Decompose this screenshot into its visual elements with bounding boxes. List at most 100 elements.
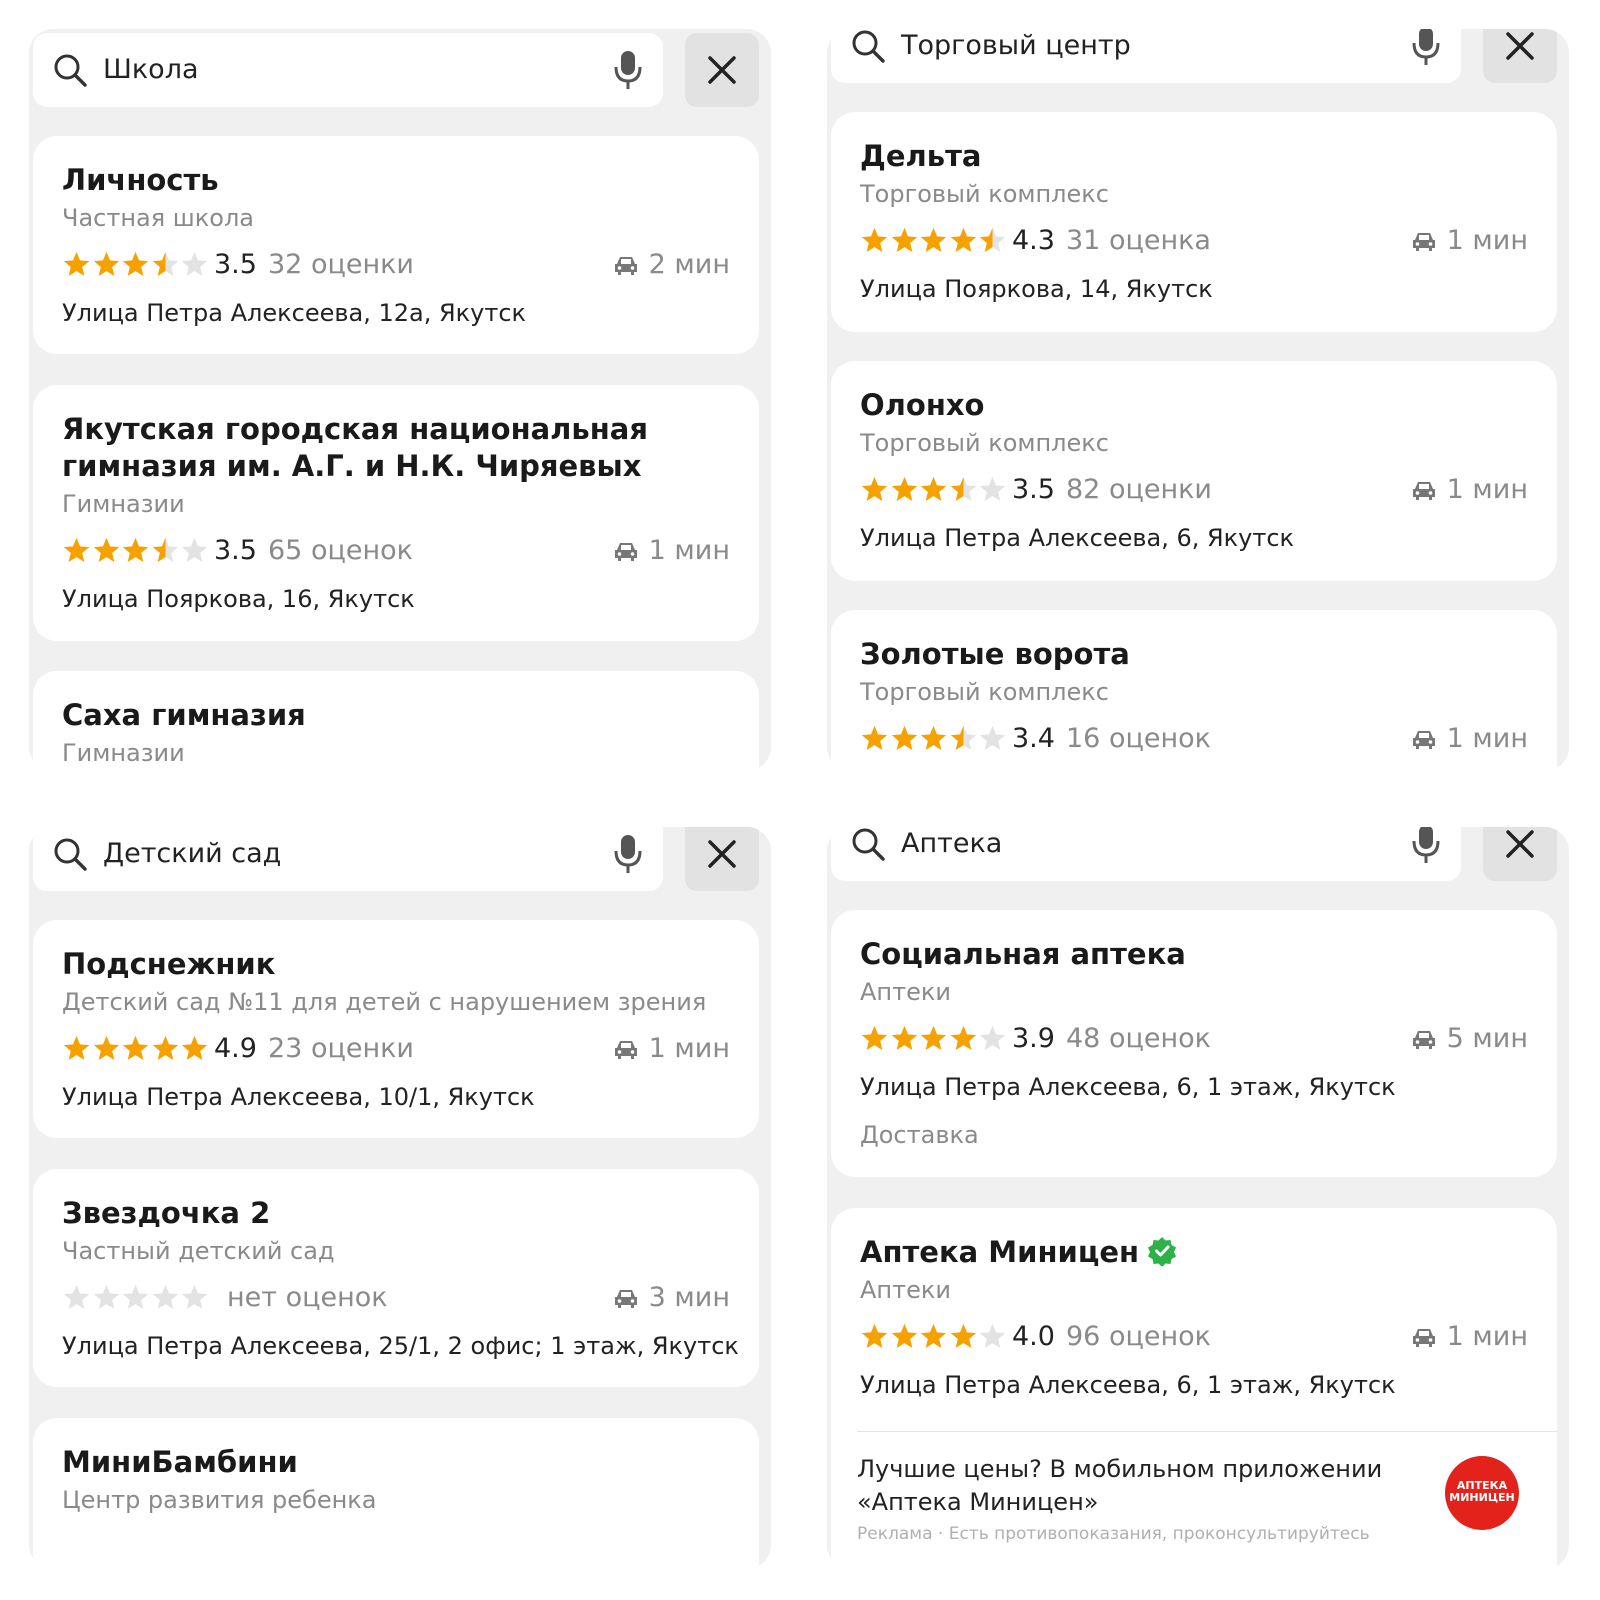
microphone-icon[interactable] [611, 49, 645, 91]
pharmacy-logo[interactable]: АПТЕКА МИНИЦЕН [1445, 1456, 1519, 1530]
close-icon [708, 56, 736, 84]
result-title: Звездочка 2 [62, 1196, 271, 1230]
star-icon [891, 1323, 917, 1348]
result-card[interactable]: Личность Частная школа 3.5 32 оценки 2 м… [33, 136, 759, 354]
result-category: Торговый комплекс [860, 429, 1109, 457]
rating-value: 3.9 [1012, 1023, 1055, 1054]
car-icon [1412, 1031, 1435, 1049]
result-title: Аптека Миницен [860, 1235, 1140, 1269]
star-icon [93, 1035, 119, 1060]
star-icon [122, 251, 149, 276]
result-title: Якутская городская национальная гимназия… [62, 412, 648, 483]
star-icon [979, 1025, 1006, 1050]
result-card[interactable]: Якутская городская национальная гимназия… [33, 385, 759, 641]
star-icon [920, 725, 947, 750]
microphone-icon[interactable] [611, 833, 645, 875]
star-icon [950, 725, 976, 750]
ad-disclaimer: Реклама · Есть противопоказания, проконс… [857, 1524, 1370, 1544]
star-icon [861, 1025, 888, 1050]
close-button[interactable] [1483, 29, 1557, 83]
travel-time: 3 мин [613, 1274, 730, 1322]
star-icon [979, 725, 1006, 750]
result-category: Торговый комплекс [860, 678, 1109, 706]
rating-stars [860, 1024, 1008, 1054]
star-icon [891, 725, 917, 750]
result-card[interactable]: Социальная аптека Аптеки 3.9 48 оценок 5… [831, 910, 1557, 1177]
search-panel-mall: Торговый центр Дельта Торговый комплекс … [827, 29, 1569, 771]
result-card[interactable]: Подснежник Детский сад №11 для детей с н… [33, 920, 759, 1138]
search-panel-pharmacy: Аптека Социальная аптека Аптеки 3.9 48 о… [827, 827, 1569, 1569]
result-category: Аптеки [860, 978, 951, 1006]
search-bar-inner[interactable]: Детский сад [33, 827, 663, 891]
rating-stars [860, 475, 1008, 505]
microphone-icon[interactable] [1409, 827, 1443, 865]
result-title: Дельта [860, 139, 982, 173]
result-card[interactable]: Золотые ворота Торговый комплекс 3.4 16 … [831, 610, 1557, 771]
travel-time: 1 мин [613, 1025, 730, 1073]
search-bar[interactable]: Торговый центр [831, 29, 1461, 83]
close-icon [1506, 32, 1534, 60]
ad-text[interactable]: Лучшие цены? В мобильном приложении «Апт… [857, 1453, 1417, 1519]
verified-badge-icon [1148, 1237, 1177, 1266]
result-title: МиниБамбини [62, 1445, 298, 1479]
star-icon [152, 251, 178, 276]
search-bar[interactable]: Аптека [831, 827, 1461, 881]
rating-count: 32 оценки [268, 249, 414, 280]
search-panel-school: Школа Личность Частная школа 3.5 32 оцен… [29, 29, 771, 771]
search-input[interactable]: Торговый центр [901, 29, 1131, 83]
search-input[interactable]: Аптека [901, 827, 1002, 881]
result-address: Улица Пояркова, 16, Якутск [62, 585, 415, 613]
rating-value: 4.3 [1012, 225, 1055, 256]
star-icon [979, 1323, 1006, 1348]
result-category: Частная школа [62, 204, 254, 232]
result-card[interactable]: Саха гимназия Гимназии [33, 671, 759, 771]
result-category: Гимназии [62, 739, 185, 767]
travel-time: 1 мин [1411, 466, 1528, 514]
result-address: Улица Петра Алексеева, 12а, Якутск [62, 299, 527, 327]
result-card[interactable]: Аптека Миницен Аптеки 4.0 96 оценок 1 ми… [831, 1208, 1557, 1569]
car-icon [614, 257, 637, 275]
close-button[interactable] [1483, 827, 1557, 881]
star-icon [891, 1025, 917, 1050]
close-button[interactable] [685, 827, 759, 891]
star-icon [63, 251, 90, 276]
result-card[interactable]: МиниБамбини Центр развития ребенка [33, 1418, 759, 1569]
star-icon [861, 227, 888, 252]
result-category: Частный детский сад [62, 1237, 335, 1265]
car-icon [614, 1041, 637, 1059]
result-category: Торговый комплекс [860, 180, 1109, 208]
result-category: Аптеки [860, 1276, 951, 1304]
car-icon [614, 543, 637, 561]
star-icon [950, 1025, 976, 1050]
star-icon [950, 1323, 976, 1348]
rating-count: 23 оценки [268, 1033, 414, 1064]
search-icon [852, 30, 885, 63]
star-icon [861, 476, 888, 501]
star-icon [152, 1284, 178, 1309]
star-icon [891, 476, 917, 501]
search-input[interactable]: Детский сад [103, 827, 281, 891]
rating-count: 48 оценок [1066, 1023, 1211, 1054]
close-button[interactable] [685, 33, 759, 107]
search-input[interactable]: Школа [103, 33, 199, 107]
car-icon [1412, 1329, 1435, 1347]
star-icon [891, 227, 917, 252]
star-icon [181, 1284, 208, 1309]
rating-stars [860, 724, 1008, 754]
result-card[interactable]: Дельта Торговый комплекс 4.3 31 оценка 1… [831, 112, 1557, 332]
rating-value: 3.5 [214, 535, 257, 566]
star-icon [950, 227, 976, 252]
star-icon [861, 1323, 888, 1348]
search-bar[interactable]: Школа [33, 33, 663, 107]
close-icon [708, 840, 736, 868]
search-icon [852, 828, 885, 861]
result-category: Центр развития ребенка [62, 1486, 377, 1514]
no-rating-label: нет оценок [227, 1282, 388, 1313]
rating-count: 31 оценка [1066, 225, 1211, 256]
search-icon [54, 838, 87, 871]
star-icon [63, 1035, 90, 1060]
microphone-icon[interactable] [1409, 29, 1443, 67]
result-card[interactable]: Олонхо Торговый комплекс 3.5 82 оценки 1… [831, 361, 1557, 581]
result-card[interactable]: Звездочка 2 Частный детский сад нет оцен… [33, 1169, 759, 1387]
rating-count: 82 оценки [1066, 474, 1212, 505]
